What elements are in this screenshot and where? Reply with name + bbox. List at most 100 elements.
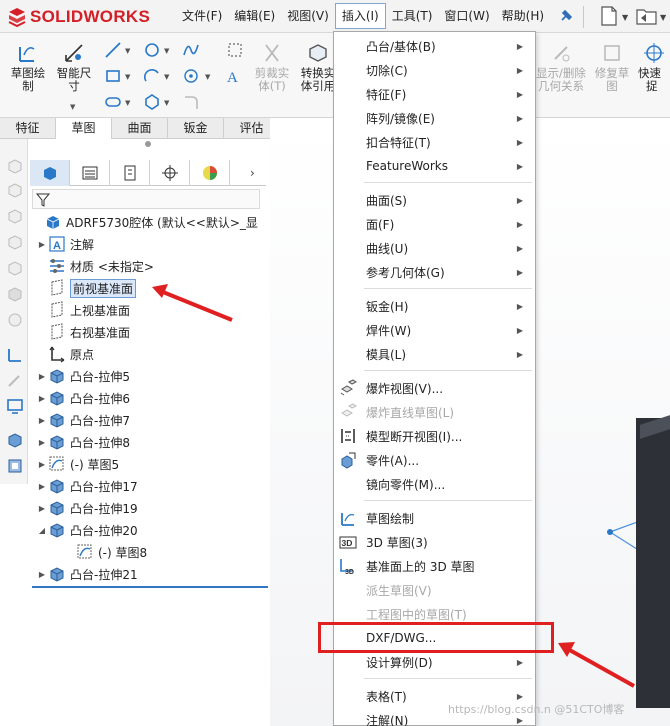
menu-item-2[interactable]: 视图(V) bbox=[281, 3, 335, 29]
chevron-right-icon[interactable]: ▶ bbox=[36, 570, 48, 579]
tab-feature-manager[interactable] bbox=[30, 160, 70, 186]
sketch-button[interactable]: 草图绘 制 bbox=[6, 41, 50, 93]
chevron-right-icon[interactable]: ▶ bbox=[36, 394, 48, 403]
insert-menu-item[interactable]: FeatureWorks ▶ bbox=[334, 154, 535, 178]
solidworks-logo[interactable]: SOLIDWORKS bbox=[6, 5, 150, 29]
new-dropdown-icon[interactable]: ▼ bbox=[622, 13, 628, 22]
tree-item[interactable]: (-) 草图8 bbox=[64, 541, 147, 563]
insert-menu-item[interactable]: 参考几何体(G) ▶ bbox=[334, 260, 535, 284]
insert-menu-item[interactable]: 扣合特征(T) ▶ bbox=[334, 130, 535, 154]
chevron-right-icon[interactable]: ▶ bbox=[36, 438, 48, 447]
menu-item-0[interactable]: 文件(F) bbox=[176, 3, 228, 29]
chevron-right-icon[interactable]: ▶ bbox=[36, 504, 48, 513]
tree-item[interactable]: ▶ 凸台-拉伸6 bbox=[36, 387, 130, 409]
line-icon[interactable] bbox=[104, 41, 122, 59]
tab-command-1[interactable]: 草图 bbox=[56, 118, 112, 139]
insert-menu-item[interactable]: 模具(L) ▶ bbox=[334, 342, 535, 366]
insert-menu-item[interactable]: 特征(F) ▶ bbox=[334, 82, 535, 106]
insert-menu-item[interactable]: 凸台/基体(B) ▶ bbox=[334, 34, 535, 58]
insert-menu-item[interactable]: 曲线(U) ▶ bbox=[334, 236, 535, 260]
trim-entities-button[interactable]: 剪裁实 体(T) bbox=[250, 41, 294, 93]
arc-icon[interactable] bbox=[143, 67, 161, 85]
tree-item[interactable]: ◢ 凸台-拉伸20 bbox=[36, 519, 138, 541]
tree-item[interactable]: ▶ A 注解 bbox=[36, 233, 94, 255]
insert-menu-item[interactable]: 切除(C) ▶ bbox=[334, 58, 535, 82]
tree-item[interactable]: ▶ 凸台-拉伸17 bbox=[36, 475, 138, 497]
open-dropdown-icon[interactable]: ▼ bbox=[660, 13, 666, 22]
insert-menu-item[interactable]: 镜向零件(M)... bbox=[334, 472, 535, 496]
polygon-dropdown-icon[interactable]: ▼ bbox=[164, 99, 169, 107]
edit-sketch-icon[interactable] bbox=[6, 371, 24, 389]
tree-item[interactable]: 原点 bbox=[36, 343, 94, 365]
open-folder-icon[interactable] bbox=[636, 6, 658, 26]
insert-menu-item[interactable]: 焊件(W) ▶ bbox=[334, 318, 535, 342]
box-view-icon[interactable] bbox=[6, 259, 24, 277]
chevron-right-icon[interactable]: ▶ bbox=[36, 372, 48, 381]
insert-menu-item[interactable]: 爆炸直线草图(L) bbox=[334, 400, 535, 424]
chevron-right-icon[interactable]: ▶ bbox=[36, 240, 48, 249]
insert-menu-item[interactable]: 草图绘制 bbox=[334, 506, 535, 530]
text-icon[interactable]: A bbox=[224, 67, 242, 85]
tree-item[interactable]: ▶ 凸台-拉伸21 bbox=[36, 563, 138, 585]
rectangle-dropdown-icon[interactable]: ▼ bbox=[125, 73, 130, 81]
tab-configuration-manager[interactable] bbox=[110, 160, 150, 186]
tree-item[interactable]: ▶ (-) 草图5 bbox=[36, 453, 119, 475]
insert-menu-item[interactable]: 面(F) ▶ bbox=[334, 212, 535, 236]
box-view-icon[interactable] bbox=[6, 233, 24, 251]
polygon-icon[interactable] bbox=[143, 93, 161, 111]
chevron-right-icon[interactable]: ▶ bbox=[36, 460, 48, 469]
display-delete-relations-button[interactable]: 显示/删除 几何关系 bbox=[534, 41, 588, 93]
tab-command-3[interactable]: 钣金 bbox=[168, 118, 224, 139]
smart-dimension-button[interactable]: 智能尺 寸 bbox=[52, 41, 96, 93]
monitor-icon[interactable] bbox=[6, 397, 24, 415]
tree-item[interactable]: ▶ 凸台-拉伸7 bbox=[36, 409, 130, 431]
box-view-icon[interactable] bbox=[6, 181, 24, 199]
chevron-right-icon[interactable]: › bbox=[250, 166, 255, 180]
insert-menu-item[interactable]: 阵列/镜像(E) ▶ bbox=[334, 106, 535, 130]
construction-geometry-icon[interactable] bbox=[226, 41, 244, 59]
tab-display-manager[interactable] bbox=[190, 160, 230, 186]
quick-snaps-button[interactable]: 快速 捉 bbox=[638, 41, 670, 93]
insert-menu-item[interactable]: 零件(A)... bbox=[334, 448, 535, 472]
rectangle-icon[interactable] bbox=[104, 67, 122, 85]
new-document-icon[interactable] bbox=[600, 6, 618, 26]
sketch-icon[interactable] bbox=[6, 345, 24, 363]
panel-splitter-handle[interactable] bbox=[145, 141, 151, 147]
menu-item-6[interactable]: 帮助(H) bbox=[496, 3, 550, 29]
tree-root[interactable]: ADRF5730腔体 (默认<<默认>_显 bbox=[32, 211, 258, 233]
chevron-right-icon[interactable]: ▶ bbox=[36, 416, 48, 425]
circle-icon[interactable] bbox=[143, 41, 161, 59]
model-body[interactable] bbox=[636, 418, 670, 708]
sphere-view-icon[interactable] bbox=[6, 311, 24, 329]
tree-item[interactable]: ▶ 凸台-拉伸19 bbox=[36, 497, 138, 519]
insert-menu-item[interactable]: 3D 3D 草图(3) bbox=[334, 530, 535, 554]
tab-command-2[interactable]: 曲面 bbox=[112, 118, 168, 139]
box-view-icon[interactable] bbox=[6, 207, 24, 225]
spline-icon[interactable] bbox=[182, 41, 200, 59]
insert-menu-item[interactable]: 爆炸视图(V)... bbox=[334, 376, 535, 400]
tree-item[interactable]: 材质 <未指定> bbox=[36, 255, 154, 277]
tab-property-manager[interactable] bbox=[70, 160, 110, 186]
fillet-icon[interactable] bbox=[182, 93, 200, 111]
tree-item[interactable]: 右视基准面 bbox=[36, 321, 130, 343]
rollback-bar[interactable] bbox=[32, 586, 268, 588]
line-dropdown-icon[interactable]: ▼ bbox=[125, 47, 130, 55]
point-dropdown-icon[interactable]: ▼ bbox=[205, 73, 210, 81]
tree-filter[interactable] bbox=[32, 189, 260, 209]
smart-dimension-dropdown-icon[interactable]: ▼ bbox=[70, 103, 75, 111]
slot-icon[interactable] bbox=[104, 93, 122, 111]
chevron-right-icon[interactable]: ▶ bbox=[36, 482, 48, 491]
insert-menu-item[interactable]: 设计算例(D) ▶ bbox=[334, 650, 535, 674]
extrude-icon[interactable] bbox=[6, 431, 24, 449]
tree-item[interactable]: ▶ 凸台-拉伸8 bbox=[36, 431, 130, 453]
arc-dropdown-icon[interactable]: ▼ bbox=[164, 73, 169, 81]
insert-menu-item[interactable]: 模型断开视图(I)... bbox=[334, 424, 535, 448]
menu-item-3[interactable]: 插入(I) bbox=[334, 3, 386, 29]
insert-menu-item[interactable]: 曲面(S) ▶ bbox=[334, 188, 535, 212]
repair-sketch-button[interactable]: 修复草 图 bbox=[592, 41, 632, 93]
tree-item[interactable]: 上视基准面 bbox=[36, 299, 130, 321]
menu-item-4[interactable]: 工具(T) bbox=[386, 3, 439, 29]
point-icon[interactable] bbox=[182, 67, 200, 85]
tree-item[interactable]: 前视基准面 bbox=[36, 277, 137, 299]
tab-dimxpert-manager[interactable] bbox=[150, 160, 190, 186]
